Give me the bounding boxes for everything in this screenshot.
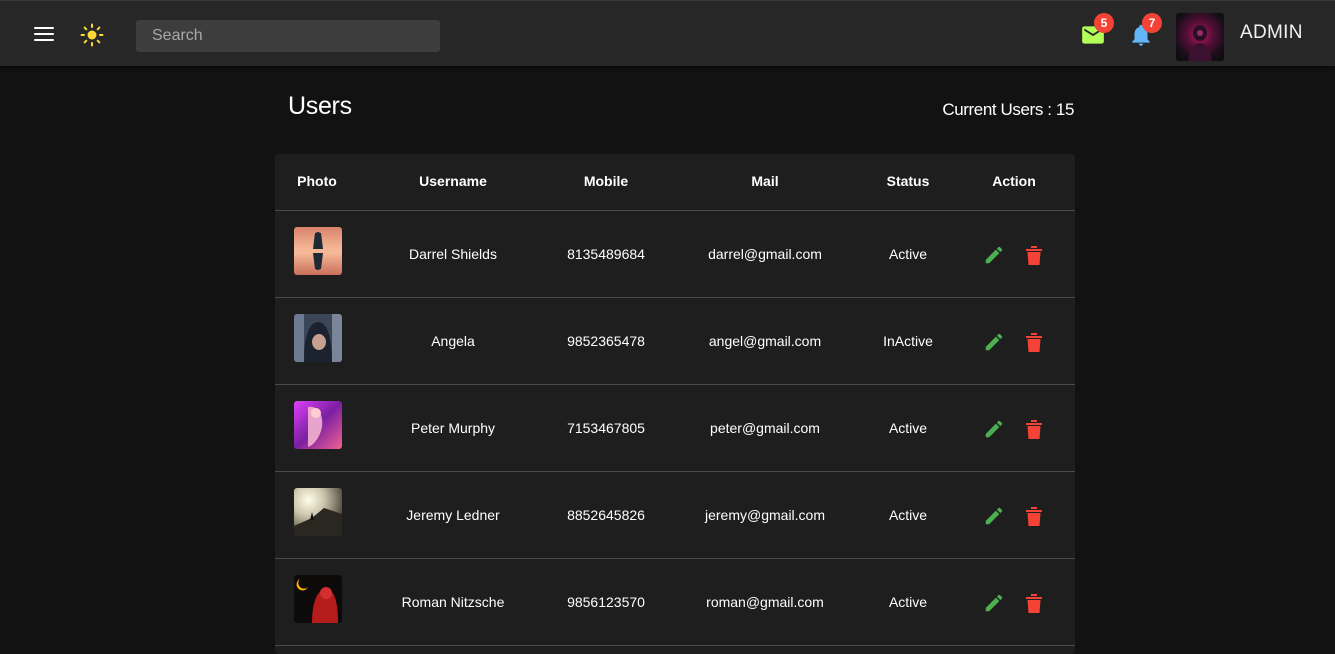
cell-mail: roman@gmail.com — [706, 594, 824, 610]
cell-mobile: 8852645826 — [567, 507, 645, 523]
cell-status: InActive — [883, 333, 933, 349]
column-header-photo: Photo — [297, 173, 337, 189]
cell-mail: jeremy@gmail.com — [704, 507, 826, 523]
notification-count-badge: 7 — [1142, 13, 1162, 33]
current-users-count: Current Users : 15 — [942, 100, 1074, 119]
column-header-status: Status — [886, 173, 930, 189]
table-row: Angela 9852365478 angel@gmail.com InActi… — [275, 298, 1075, 385]
trash-icon[interactable] — [1024, 592, 1044, 614]
top-app-bar: 5 7 ADMIN — [0, 0, 1335, 66]
page-title: Users — [288, 92, 352, 120]
column-header-mobile: Mobile — [583, 173, 629, 189]
cell-mail: peter@gmail.com — [710, 420, 820, 436]
table-row: Peter Murphy 7153467805 peter@gmail.com … — [275, 385, 1075, 472]
user-photo — [294, 488, 342, 536]
cell-mail: angel@gmail.com — [708, 333, 822, 349]
table-row: Roman Nitzsche 9856123570 roman@gmail.co… — [275, 559, 1075, 646]
user-photo — [294, 575, 342, 623]
cell-username: Roman Nitzsche — [401, 594, 505, 610]
search-input[interactable] — [136, 20, 440, 52]
column-header-mail: Mail — [751, 173, 779, 189]
pencil-icon[interactable] — [983, 244, 1005, 266]
cell-username: Darrel Shields — [409, 246, 497, 262]
cell-status: Active — [888, 420, 928, 436]
cell-status: Active — [888, 246, 928, 262]
users-table: Photo Username Mobile Mail Status Action… — [275, 154, 1075, 654]
pencil-icon[interactable] — [983, 418, 1005, 440]
user-photo — [294, 227, 342, 275]
user-photo — [294, 401, 342, 449]
table-header: Photo Username Mobile Mail Status Action — [275, 154, 1075, 211]
pencil-icon[interactable] — [983, 505, 1005, 527]
admin-username[interactable]: ADMIN — [1240, 22, 1303, 44]
table-row: Jeremy Ledner 8852645826 jeremy@gmail.co… — [275, 472, 1075, 559]
cell-username: Peter Murphy — [410, 420, 496, 436]
trash-icon[interactable] — [1024, 505, 1044, 527]
mail-count-badge: 5 — [1094, 13, 1114, 33]
menu-icon[interactable] — [34, 27, 54, 41]
trash-icon[interactable] — [1024, 418, 1044, 440]
column-header-action: Action — [992, 173, 1036, 189]
cell-mobile: 9856123570 — [567, 594, 645, 610]
cell-mobile: 7153467805 — [567, 420, 645, 436]
sun-icon[interactable] — [80, 23, 104, 47]
pencil-icon[interactable] — [983, 331, 1005, 353]
column-header-username: Username — [419, 173, 487, 189]
table-row: Darrel Shields 8135489684 darrel@gmail.c… — [275, 211, 1075, 298]
trash-icon[interactable] — [1024, 331, 1044, 353]
admin-avatar[interactable] — [1176, 13, 1224, 61]
cell-mobile: 8135489684 — [567, 246, 645, 262]
cell-username: Angela — [431, 333, 475, 349]
cell-username: Jeremy Ledner — [406, 507, 500, 523]
cell-mobile: 9852365478 — [567, 333, 645, 349]
cell-status: Active — [888, 594, 928, 610]
pencil-icon[interactable] — [983, 592, 1005, 614]
cell-status: Active — [888, 507, 928, 523]
user-photo — [294, 314, 342, 362]
trash-icon[interactable] — [1024, 244, 1044, 266]
cell-mail: darrel@gmail.com — [708, 246, 822, 262]
